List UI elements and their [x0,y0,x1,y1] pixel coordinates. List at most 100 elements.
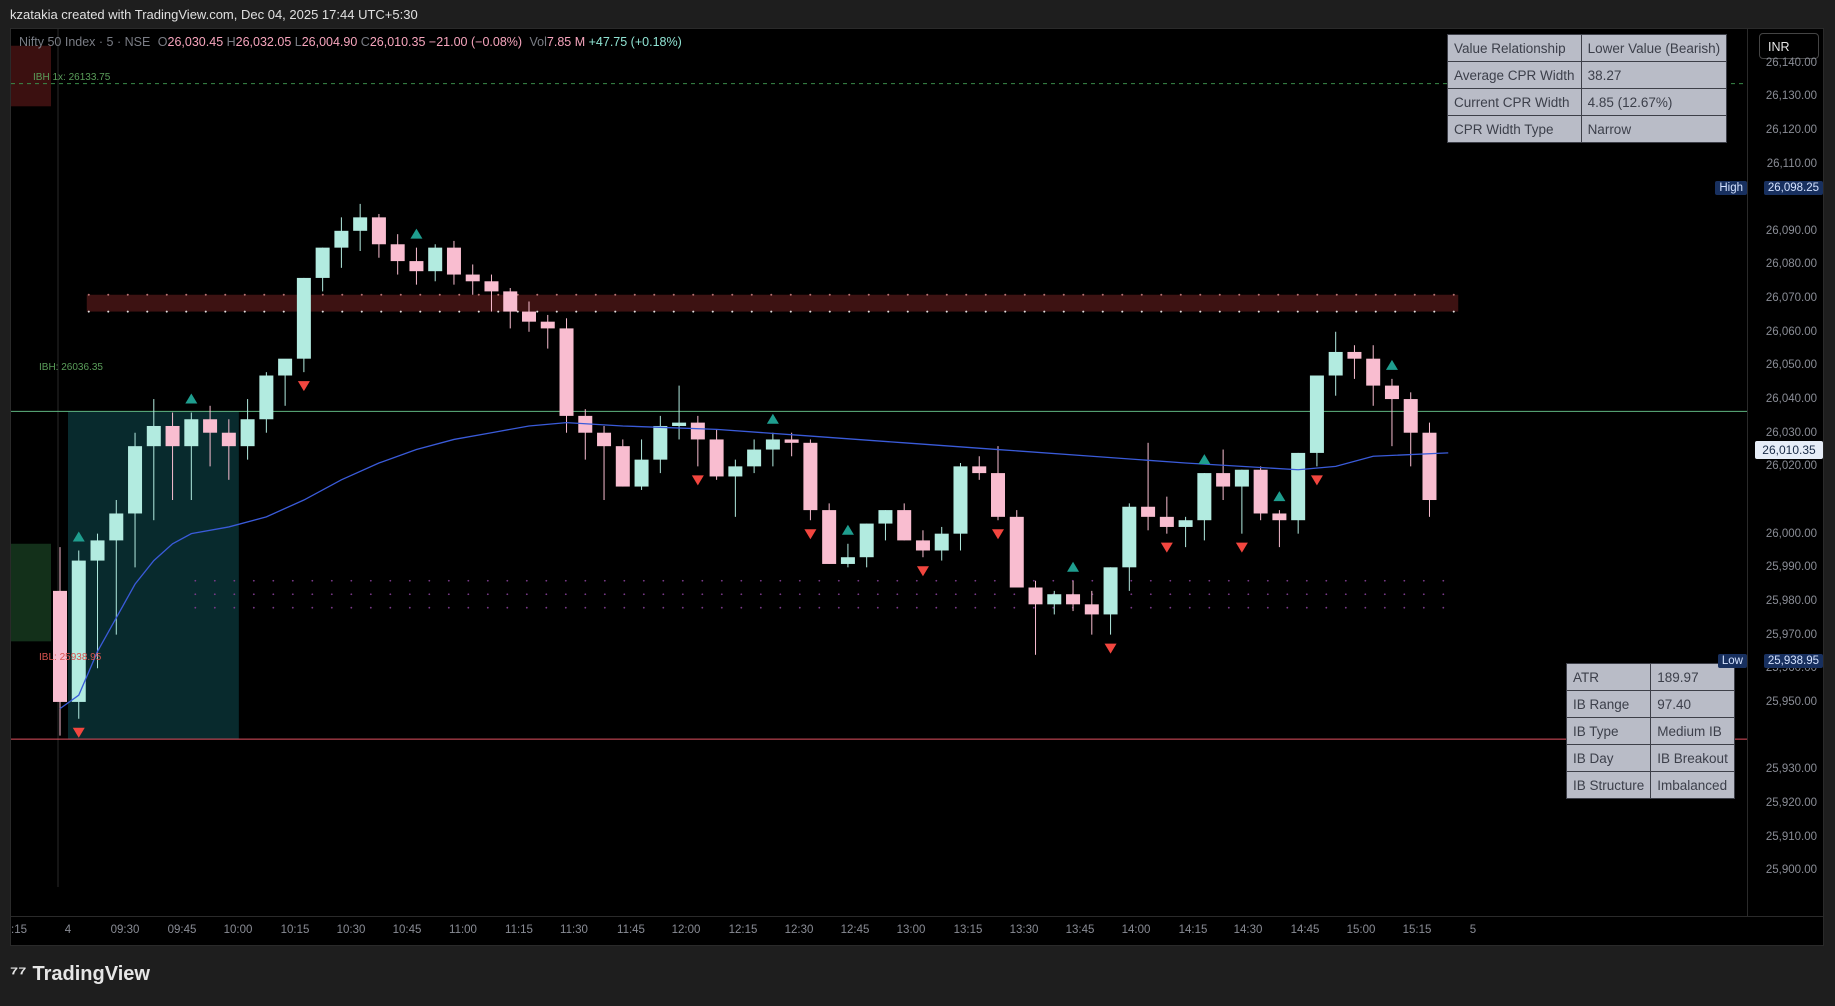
cpr-dot [789,310,792,313]
candle-body [1272,513,1287,521]
cpr-dot [711,293,714,296]
pivot-dot [291,593,294,596]
pivot-dot [603,593,606,596]
cpr-dot [887,293,890,296]
pivot-dot [857,593,860,596]
cpr-dot [614,293,617,296]
pivot-dot [720,606,723,609]
pivot-dot [857,579,860,582]
cpr-dot [1394,293,1397,296]
price-tick: 26,120.00 [1765,123,1817,136]
sell-signal-icon [916,566,929,577]
buy-signal-icon [185,393,198,404]
top-bar: kzatakia created with TradingView.com, D… [0,0,1835,28]
cpr-dot [594,310,597,313]
pivot-dot [447,593,450,596]
pivot-dot [623,606,626,609]
candle-body [390,244,405,262]
pivot-dot [1208,593,1211,596]
pivot-dot [759,579,762,582]
pivot-dot [213,579,216,582]
cpr-dot [555,293,558,296]
cpr-band [86,294,1459,312]
pivot-dot [1403,606,1406,609]
price-tick: 25,900.00 [1765,864,1817,877]
buy-signal-icon [1385,359,1398,370]
pivot-dot [720,579,723,582]
pivot-dot [408,593,411,596]
candle-body [728,466,743,477]
pivot-dot [915,579,918,582]
cpr-dot [477,293,480,296]
cpr-dot [1413,310,1416,313]
cpr-dot [1062,293,1065,296]
candle-body [1178,520,1193,527]
candle-body [747,449,762,467]
cpr-dot [867,310,870,313]
pivot-dot [1227,593,1230,596]
chart-pane[interactable]: Nifty 50 Index · 5 · NSE O26,030.45 H26,… [10,28,1824,946]
currency-button[interactable]: INR [1759,33,1819,59]
cpr-dot [1082,293,1085,296]
buy-signal-icon [766,413,779,424]
symbol-name[interactable]: Nifty 50 Index · 5 · NSE [19,35,150,49]
high-label: H [226,35,236,49]
pivot-dot [486,593,489,596]
time-axis[interactable]: :15 4 09:30 09:45 10:00 10:15 10:30 10:45 11:00 1… [11,916,1823,945]
pivot-dot [311,579,314,582]
cpr-dot [380,310,383,313]
pivot-dot [1169,606,1172,609]
pivot-dot [1130,579,1133,582]
table-cell: 97.40 [1650,690,1735,718]
credit-text: kzatakia created with TradingView.com, D… [10,7,418,22]
tradingview-logo[interactable]: ⁷⁷ TradingView [10,963,150,986]
cpr-dot [107,310,110,313]
pivot-dot [369,593,372,596]
candle-body [1028,587,1043,605]
price-axis[interactable]: INR 26,140.00 26,130.00 26,120.00 26,110.00… [1715,29,1823,919]
pivot-dot [252,606,255,609]
cpr-dot [1043,310,1046,313]
candle-body [109,513,124,541]
pivot-dot [1383,579,1386,582]
cpr-dot [1277,293,1280,296]
pivot-dot [408,606,411,609]
candle-body [559,328,574,416]
cpr-dot [321,293,324,296]
pivot-dot [506,579,509,582]
price-tick: 25,910.00 [1765,830,1817,843]
candle-body [765,439,780,450]
pivot-dot [1305,606,1308,609]
table-cell: 38.27 [1580,61,1728,89]
pivot-dot [1364,606,1367,609]
pivot-dot [545,579,548,582]
cpr-dot [380,293,383,296]
pivot-dot [779,606,782,609]
pivot-dot [954,579,957,582]
price-plot[interactable] [11,29,1750,919]
pivot-dot [1227,606,1230,609]
pivot-dot [1364,593,1367,596]
cpr-dot [1238,310,1241,313]
pivot-dot [818,579,821,582]
cpr-dot [1004,310,1007,313]
pivot-dot [1169,593,1172,596]
candle-body [1103,567,1118,615]
table-cell: Current CPR Width [1447,88,1582,116]
pivot-dot [1422,579,1425,582]
pivot-dot [1247,606,1250,609]
cpr-dot [711,310,714,313]
cpr-dot [1316,310,1319,313]
volume-value: 7.85 M [546,35,586,49]
candle-body [878,510,893,524]
pivot-dot [1266,606,1269,609]
cpr-dot [1140,293,1143,296]
pivot-dot [642,593,645,596]
pivot-dot [1013,606,1016,609]
candle-body [953,466,968,534]
pivot-dot [1383,593,1386,596]
pivot-dot [818,606,821,609]
low-label: L [294,35,302,49]
price-tick: 26,060.00 [1765,325,1817,338]
candle-body [259,375,274,420]
